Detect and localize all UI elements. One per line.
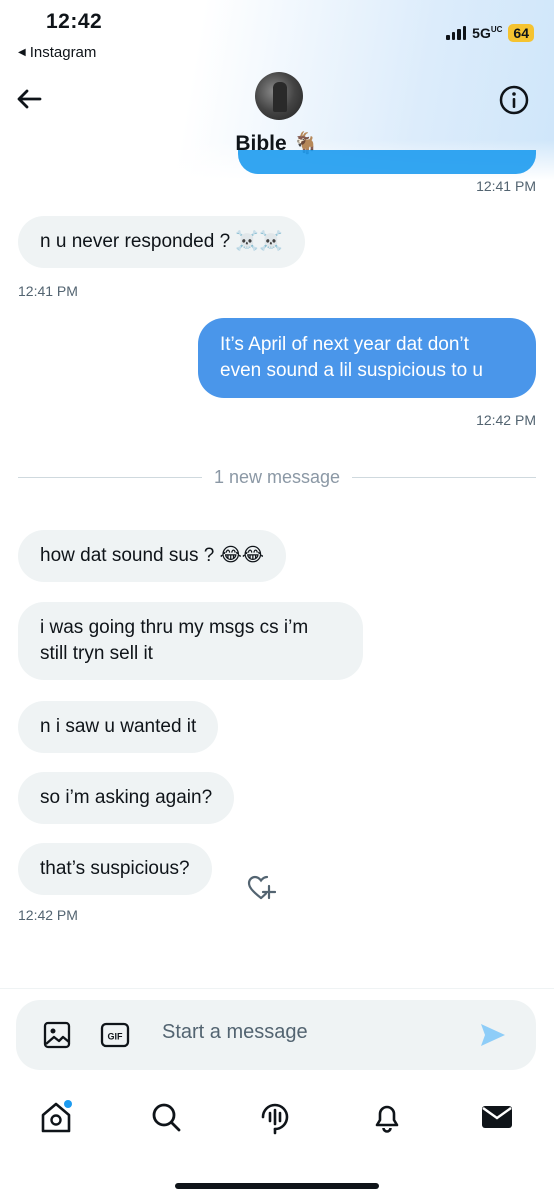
- composer-separator: [0, 988, 554, 989]
- message-composer: GIF Start a message: [16, 1000, 536, 1070]
- sent-message[interactable]: It’s April of next year dat don’t even s…: [198, 318, 536, 398]
- sent-message-line: It’s April of next year dat don’t: [220, 334, 469, 355]
- received-message-line: still tryn sell it: [40, 643, 153, 664]
- back-to-app-link[interactable]: ◀ Instagram: [18, 44, 96, 61]
- timestamp: 12:42 PM: [18, 907, 78, 923]
- info-icon[interactable]: [498, 84, 530, 116]
- received-message-line: i was going thru my msgs cs i’m: [40, 617, 309, 638]
- received-message[interactable]: n i saw u wanted it: [18, 701, 219, 753]
- received-message[interactable]: how dat sound sus ? 😂😂: [18, 530, 286, 582]
- svg-text:GIF: GIF: [108, 1032, 124, 1042]
- battery-indicator: 64: [508, 24, 534, 42]
- received-message[interactable]: so i’m asking again?: [18, 772, 235, 824]
- bottom-tab-bar: [0, 1090, 554, 1150]
- received-message[interactable]: that’s suspicious?: [18, 843, 212, 895]
- spaces-icon[interactable]: [256, 1098, 294, 1136]
- home-indicator: [175, 1183, 379, 1189]
- status-time: 12:42: [46, 10, 103, 33]
- image-icon[interactable]: [42, 1020, 72, 1050]
- network-label: 5GUC: [472, 25, 503, 41]
- messages-icon[interactable]: [478, 1098, 516, 1136]
- timestamp: 12:41 PM: [18, 283, 78, 299]
- sent-bubble-partial[interactable]: [238, 150, 536, 174]
- timestamp: 12:42 PM: [476, 412, 536, 428]
- gif-icon[interactable]: GIF: [100, 1020, 130, 1050]
- status-indicators: 5GUC 64: [446, 24, 534, 42]
- back-arrow-icon[interactable]: [14, 84, 44, 114]
- message-input[interactable]: Start a message: [162, 1021, 308, 1044]
- timestamp: 12:41 PM: [476, 178, 536, 194]
- signal-icon: [446, 26, 467, 40]
- back-triangle-icon: ◀: [18, 47, 26, 58]
- received-message[interactable]: i was going thru my msgs cs i’m still tr…: [18, 602, 363, 680]
- send-icon[interactable]: [478, 1020, 508, 1050]
- new-message-divider: 1 new message: [18, 466, 537, 488]
- back-app-label: Instagram: [29, 44, 97, 61]
- received-message[interactable]: n u never responded ? ☠️☠️: [18, 216, 305, 268]
- new-message-label: 1 new message: [213, 466, 341, 487]
- search-icon[interactable]: [147, 1098, 185, 1136]
- heart-add-icon[interactable]: [246, 874, 276, 902]
- contact-avatar[interactable]: [255, 72, 303, 120]
- home-icon[interactable]: [37, 1098, 75, 1136]
- notifications-icon[interactable]: [368, 1098, 406, 1136]
- sent-message-line: even sound a lil suspicious to u: [220, 360, 483, 381]
